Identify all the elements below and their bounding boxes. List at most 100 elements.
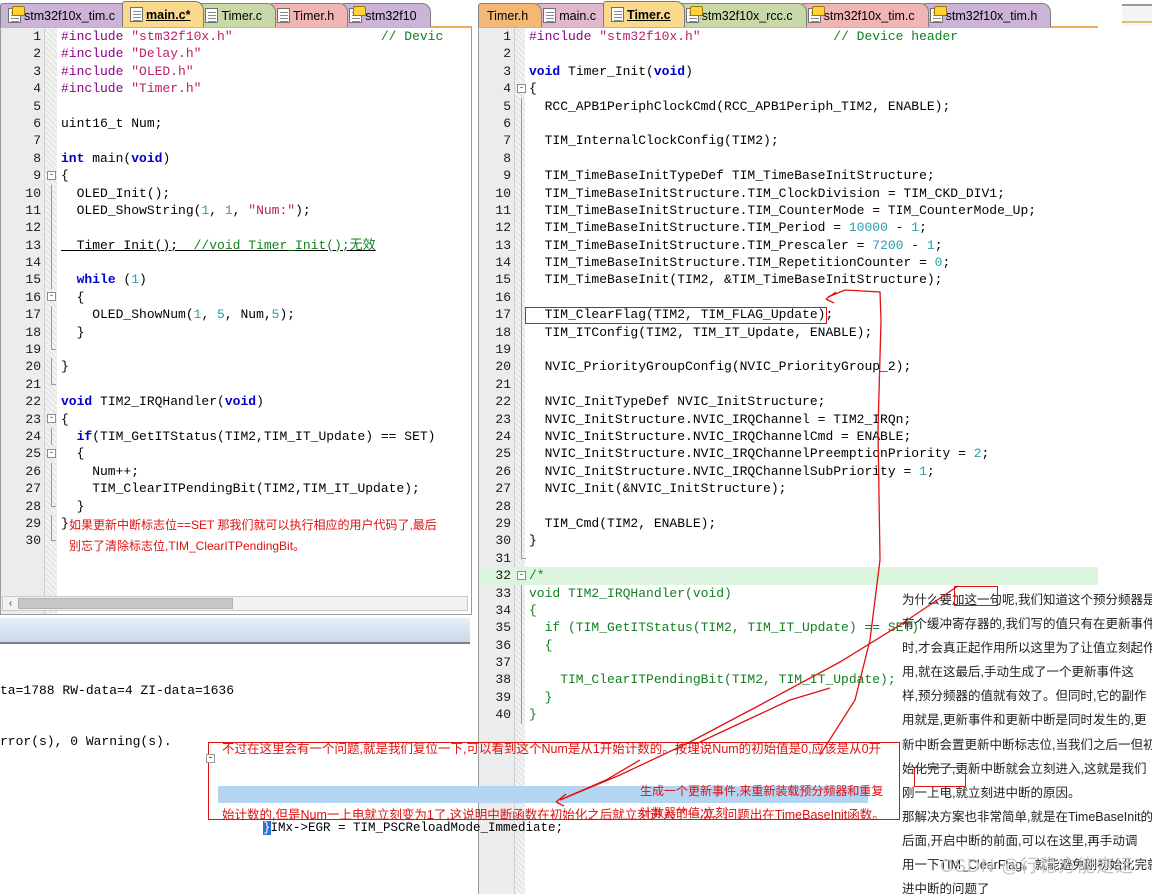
code-line[interactable]: 14 TIM_TimeBaseInitStructure.TIM_Repetit…	[479, 254, 1098, 272]
line-number: 36	[495, 637, 511, 653]
right-note-line: 刚一上电,就立刻进中断的原因。	[902, 785, 1081, 800]
code-line[interactable]: 5 RCC_APB1PeriphClockCmd(RCC_APB1Periph_…	[479, 97, 1098, 115]
fold-minus-icon[interactable]: -	[517, 83, 526, 93]
code-line[interactable]: 8	[479, 149, 1098, 168]
code-line[interactable]: 1 #include "stm32f10x.h" // Devic	[1, 28, 471, 45]
code-line[interactable]: 9 TIM_TimeBaseInitTypeDef TIM_TimeBaseIn…	[479, 167, 1098, 185]
code-line[interactable]: 14	[1, 254, 471, 272]
code-line[interactable]: 10 OLED_Init();	[1, 184, 471, 202]
code-line[interactable]: 22 void TIM2_IRQHandler(void)	[1, 393, 471, 410]
code-token: )	[139, 272, 147, 288]
file-icon	[543, 8, 557, 23]
tab-timer-c[interactable]: Timer.c	[197, 3, 276, 27]
code-line[interactable]: 13 TIM_TimeBaseInitStructure.TIM_Prescal…	[479, 236, 1098, 255]
tab-stm32f10x-tim-c[interactable]: stm32f10x_tim.c	[0, 3, 130, 27]
editor-pane-main-c[interactable]: 1 #include "stm32f10x.h" // Devic 2 #includ…	[0, 26, 472, 615]
horizontal-scrollbar-left[interactable]: ‹	[2, 596, 468, 611]
tab-stm32f10x-rcc-c[interactable]: stm32f10x_rcc.c	[677, 3, 807, 27]
code-line-text: NVIC_InitTypeDef NVIC_InitStructure;	[529, 393, 826, 410]
code-line[interactable]: 30}	[479, 532, 1098, 550]
code-line[interactable]: 2 #include "Delay.h"	[1, 45, 471, 62]
tab-timer-h[interactable]: Timer.h	[269, 3, 349, 27]
code-token: -	[903, 237, 927, 253]
tab-stm32f10x-tim-h[interactable]: stm32f10x_tim.h	[921, 3, 1052, 27]
code-line[interactable]: 15 while (1)	[1, 271, 471, 289]
code-line[interactable]: 8 int main(void)	[1, 150, 471, 167]
code-line[interactable]: 28 }	[1, 497, 471, 515]
line-number: 2	[33, 46, 41, 62]
code-line[interactable]: 7 TIM_InternalClockConfig(TIM2);	[479, 132, 1098, 150]
code-line[interactable]: 9-{	[1, 167, 471, 184]
code-line[interactable]: 2	[479, 45, 1098, 62]
code-line[interactable]: 25 NVIC_InitStructure.NVIC_IRQChannelPre…	[479, 445, 1098, 463]
code-line[interactable]: 6 uint16_t Num;	[1, 115, 471, 132]
tab-timer-c[interactable]: Timer.c	[603, 1, 685, 27]
code-line[interactable]: 17 OLED_ShowNum(1, 5, Num,5);	[1, 306, 471, 324]
fold-guide-line	[521, 462, 522, 481]
code-line[interactable]: 11 OLED_ShowString(1, 1, "Num:");	[1, 201, 471, 220]
code-line[interactable]: 27 TIM_ClearITPendingBit(TIM2,TIM_IT_Upd…	[1, 480, 471, 498]
code-line[interactable]: 13 Timer_Init(); //void Timer_Init();无效	[1, 236, 471, 255]
code-line[interactable]: 26 Num++;	[1, 462, 471, 481]
code-line[interactable]: 4-{	[479, 80, 1098, 97]
code-line[interactable]: 20 NVIC_PriorityGroupConfig(NVIC_Priorit…	[479, 358, 1098, 376]
code-line[interactable]: 12	[1, 219, 471, 237]
code-line[interactable]: 29 TIM_Cmd(TIM2, ENABLE);	[479, 514, 1098, 533]
fold-minus-icon[interactable]: -	[517, 570, 526, 580]
tab-stm32f10x-tim-c[interactable]: stm32f10x_tim.c	[799, 3, 929, 27]
code-line[interactable]: 1 #include "stm32f10x.h" // Device header	[479, 28, 1098, 45]
code-line[interactable]: 16	[479, 288, 1098, 307]
code-line[interactable]: 3 #include "OLED.h"	[1, 63, 471, 80]
code-line[interactable]: 20}	[1, 358, 471, 376]
code-line[interactable]: 19	[479, 341, 1098, 359]
line-number: 21	[25, 376, 41, 392]
code-line[interactable]: 32-/*	[479, 567, 1098, 585]
code-token: 1	[911, 220, 920, 236]
code-line[interactable]: 21	[1, 375, 471, 393]
fold-minus-icon[interactable]: -	[206, 754, 215, 763]
code-line[interactable]: 22 NVIC_InitTypeDef NVIC_InitStructure;	[479, 393, 1098, 411]
top-right-scrollbar-stub[interactable]	[1122, 4, 1152, 26]
tab-timer-h[interactable]: Timer.h	[478, 3, 543, 27]
code-line[interactable]: 15 TIM_TimeBaseInit(TIM2, &TIM_TimeBaseI…	[479, 271, 1098, 289]
code-line[interactable]: 19	[1, 341, 471, 358]
fold-minus-icon[interactable]: -	[47, 292, 56, 302]
code-line[interactable]: 24 if(TIM_GetITStatus(TIM2,TIM_IT_Update…	[1, 427, 471, 446]
code-line[interactable]: 7	[1, 132, 471, 149]
code-line[interactable]: 23 NVIC_InitStructure.NVIC_IRQChannel = …	[479, 410, 1098, 428]
code-line[interactable]: 3 void Timer_Init(void)	[479, 63, 1098, 80]
line-number: 6	[33, 115, 41, 131]
code-line[interactable]: 23-{	[1, 411, 471, 428]
code-line[interactable]: 25- {	[1, 445, 471, 462]
code-line[interactable]: 24 NVIC_InitStructure.NVIC_IRQChannelCmd…	[479, 427, 1098, 446]
code-line[interactable]: 16- {	[1, 289, 471, 306]
code-line[interactable]: 26 NVIC_InitStructure.NVIC_IRQChannelSub…	[479, 462, 1098, 481]
line-number: 7	[503, 133, 511, 149]
code-line[interactable]: 17 TIM_ClearFlag(TIM2, TIM_FLAG_Update);	[479, 306, 1098, 324]
code-line[interactable]: 5	[1, 98, 471, 115]
fold-minus-icon[interactable]: -	[47, 414, 56, 424]
code-line-text: }	[61, 358, 69, 375]
tab-main-c[interactable]: main.c	[535, 3, 611, 27]
code-line[interactable]: 28	[479, 497, 1098, 515]
code-line[interactable]: 27 NVIC_Init(&NVIC_InitStructure);	[479, 480, 1098, 498]
scrollbar-thumb[interactable]	[18, 598, 233, 609]
code-line[interactable]: 4 #include "Timer.h"	[1, 80, 471, 97]
code-line[interactable]: 31	[479, 549, 1098, 567]
fold-minus-icon[interactable]: -	[47, 448, 56, 458]
code-token: }	[61, 515, 69, 531]
line-number: 4	[503, 81, 511, 97]
code-line[interactable]: 10 TIM_TimeBaseInitStructure.TIM_ClockDi…	[479, 184, 1098, 202]
code-line[interactable]: 21	[479, 375, 1098, 394]
code-line[interactable]: 11 TIM_TimeBaseInitStructure.TIM_Counter…	[479, 201, 1098, 220]
code-token: 1	[919, 463, 927, 479]
fold-minus-icon[interactable]: -	[47, 170, 56, 180]
code-text-left[interactable]: 1 #include "stm32f10x.h" // Devic 2 #includ…	[1, 28, 471, 614]
scroll-left-arrow-icon[interactable]: ‹	[3, 597, 18, 610]
code-line[interactable]: 18 TIM_ITConfig(TIM2, TIM_IT_Update, ENA…	[479, 323, 1098, 342]
tab-stm32f10[interactable]: stm32f10	[341, 3, 431, 27]
code-line[interactable]: 18 }	[1, 323, 471, 342]
tab-main-c-[interactable]: main.c*	[122, 1, 205, 27]
code-line[interactable]: 12 TIM_TimeBaseInitStructure.TIM_Period …	[479, 219, 1098, 237]
code-line[interactable]: 6	[479, 114, 1098, 133]
